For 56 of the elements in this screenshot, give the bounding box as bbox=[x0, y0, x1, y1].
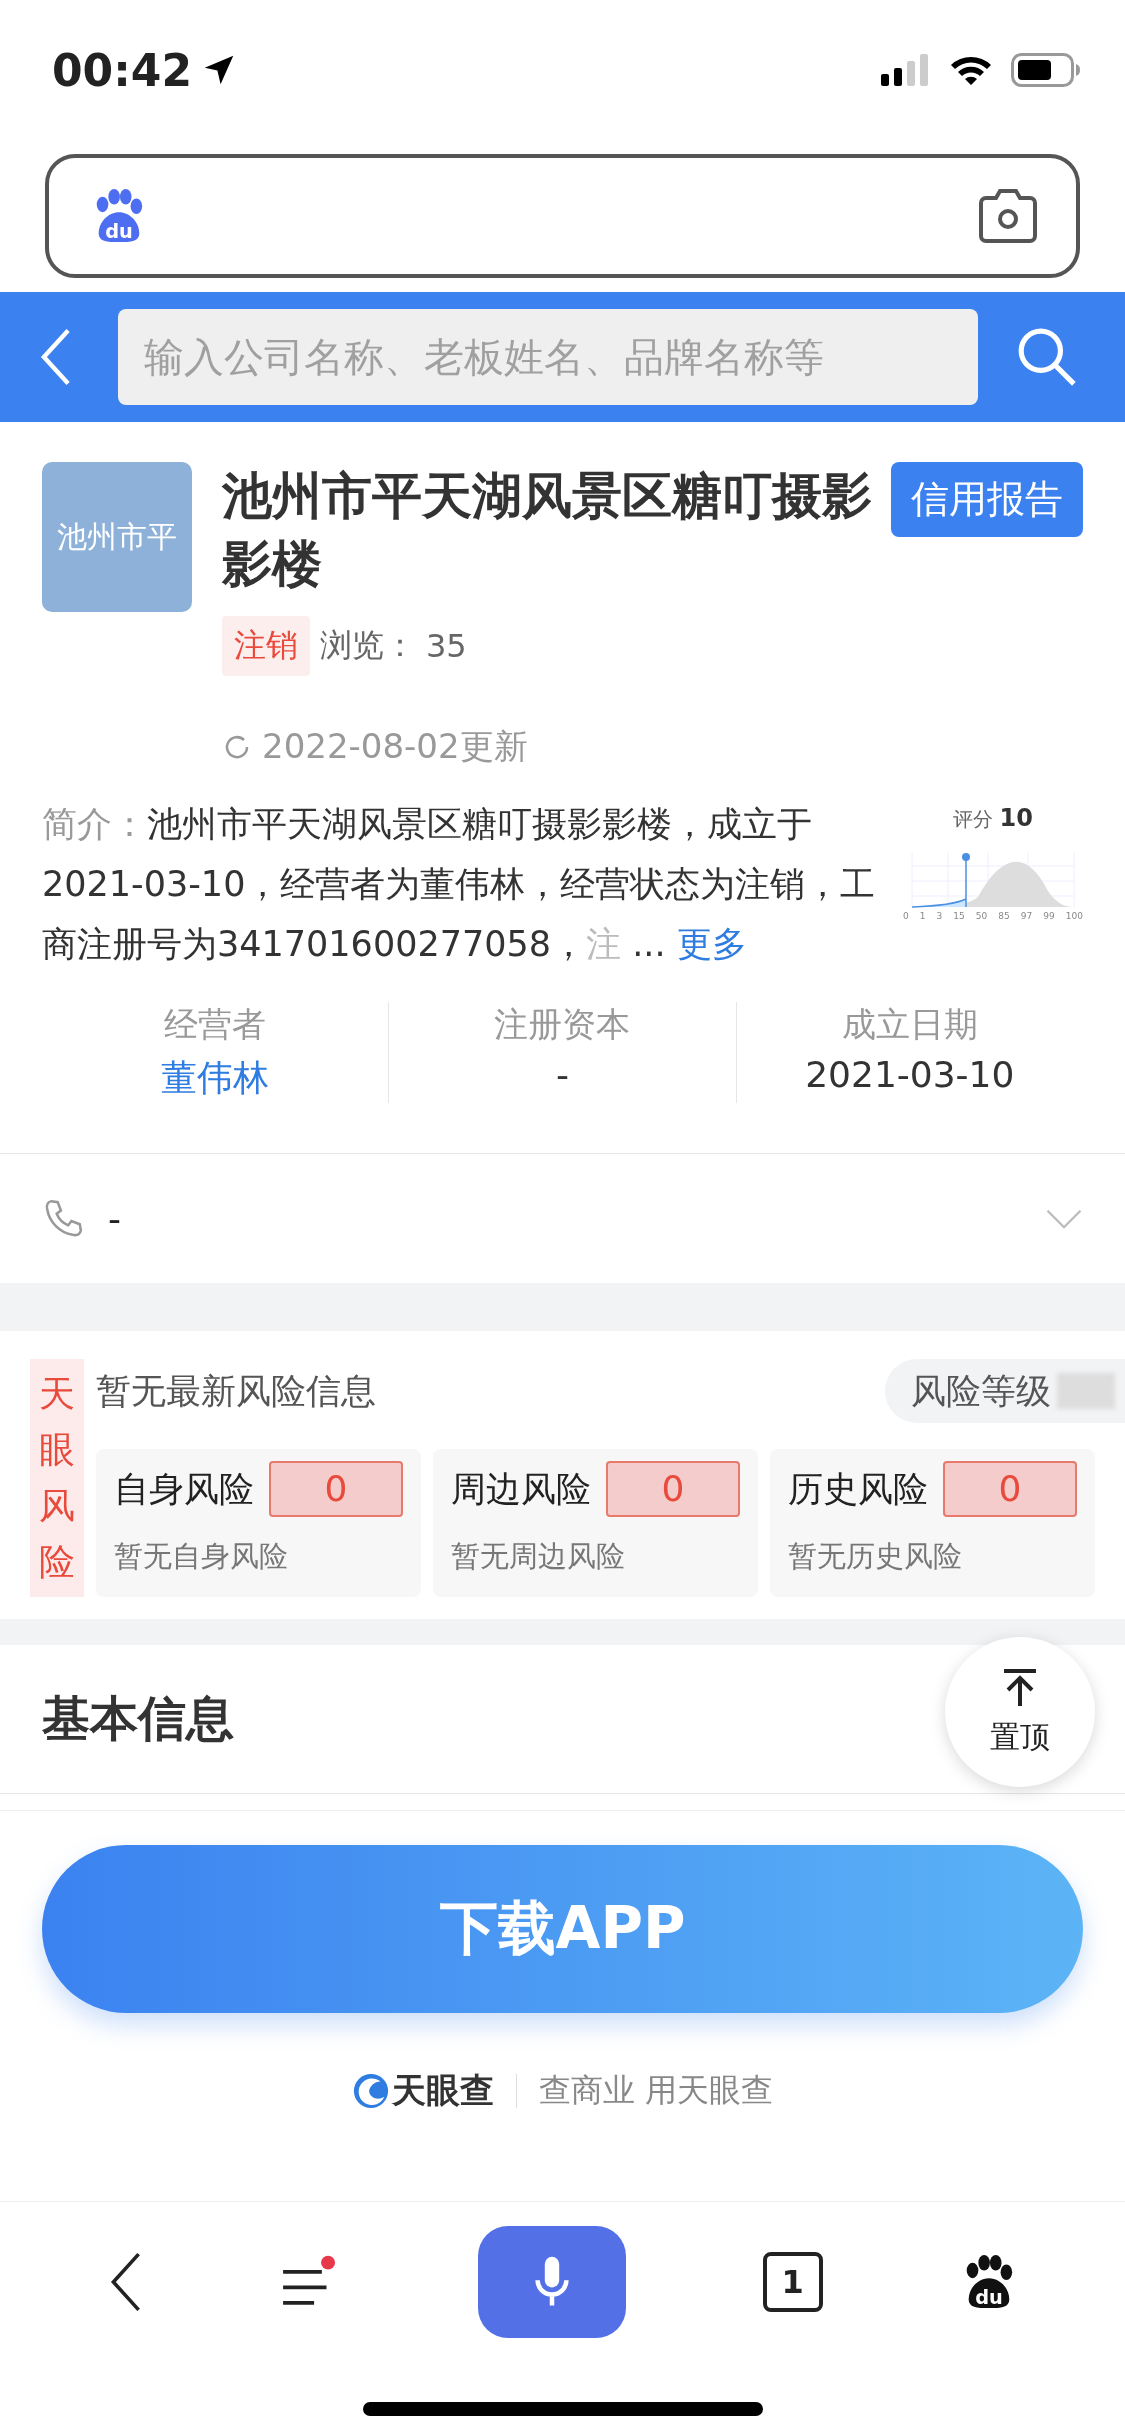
camera-icon[interactable] bbox=[978, 188, 1038, 244]
axis-tick-label: 1 bbox=[919, 911, 926, 921]
views-count: 35 bbox=[426, 627, 467, 665]
risk-count: 0 bbox=[943, 1461, 1077, 1517]
info-label: 注册资本 bbox=[494, 1003, 631, 1046]
tab-count[interactable]: 1 bbox=[762, 2252, 823, 2312]
signal-icon bbox=[881, 54, 931, 86]
risk-name: 周边风险 bbox=[451, 1467, 591, 1511]
more-link[interactable]: 更多 bbox=[676, 924, 747, 964]
risk-level-label: 风险等级 bbox=[911, 1369, 1051, 1413]
axis-tick-label: 97 bbox=[1020, 911, 1033, 921]
search-icon[interactable] bbox=[1016, 326, 1078, 388]
risk-note: 暂无自身风险 bbox=[114, 1538, 289, 1575]
info-link[interactable]: 董伟林 bbox=[161, 1054, 270, 1103]
score-label: 评分 10 bbox=[953, 804, 1033, 833]
company-intro: 简介：池州市平天湖风景区糖叮摄影影楼，成立于2021-03-10，经营者为董伟林，经营状态为注销，工商注册号为341701600277058，注 ... 更多 bbox=[42, 803, 877, 966]
wifi-icon bbox=[949, 54, 993, 86]
info-label: 成立日期 bbox=[841, 1003, 978, 1046]
risk-count: 0 bbox=[606, 1461, 740, 1517]
risk-card[interactable]: 自身风险 0 暂无自身风险 bbox=[96, 1449, 421, 1597]
risk-name: 自身风险 bbox=[114, 1467, 254, 1511]
axis-tick-label: 0 bbox=[903, 911, 909, 921]
risk-side-label: 天眼风险 bbox=[30, 1359, 84, 1597]
update-date: 2022-08-02更新 bbox=[262, 725, 528, 768]
axis-tick-label: 3 bbox=[936, 911, 943, 921]
slogan: 查商业 用天眼查 bbox=[538, 2070, 774, 2111]
axis-tick-label: 100 bbox=[1065, 911, 1083, 921]
back-to-top-button[interactable]: 置顶 bbox=[945, 1637, 1095, 1787]
axis-tick-label: 15 bbox=[953, 911, 965, 921]
info-label: 经营者 bbox=[164, 1003, 267, 1046]
risk-note: 暂无周边风险 bbox=[451, 1538, 626, 1575]
axis-tick-label: 99 bbox=[1043, 911, 1055, 921]
risk-headline: 暂无最新风险信息 bbox=[96, 1369, 376, 1413]
status-time: 00:42 bbox=[52, 44, 193, 96]
status-tag: 注销 bbox=[222, 616, 310, 676]
browser-address-bar[interactable]: du bbox=[45, 154, 1080, 278]
brand-logo-icon bbox=[351, 2072, 390, 2110]
risk-count: 0 bbox=[269, 1461, 403, 1517]
section-title: 基本信息 bbox=[42, 1689, 234, 1748]
axis-tick-label: 50 bbox=[975, 911, 988, 921]
search-field[interactable]: 输入公司名称、老板姓名、品牌名称等 bbox=[118, 309, 978, 405]
brand-name: 天眼查 bbox=[391, 2069, 494, 2112]
company-logo: 池州市平 bbox=[42, 462, 192, 612]
risk-name: 历史风险 bbox=[788, 1467, 928, 1511]
axis-tick-label: 85 bbox=[998, 911, 1010, 921]
company-name: 池州市平天湖风景区糖叮摄影影楼 bbox=[222, 466, 873, 595]
info-value: - bbox=[556, 1054, 569, 1095]
risk-card[interactable]: 周边风险 0 暂无周边风险 bbox=[433, 1449, 758, 1597]
battery-icon bbox=[1011, 53, 1081, 87]
voice-button[interactable] bbox=[478, 2226, 627, 2338]
risk-card[interactable]: 历史风险 0 暂无历史风险 bbox=[770, 1449, 1095, 1597]
credit-report-button[interactable]: 信用报告 bbox=[891, 462, 1083, 537]
risk-note: 暂无历史风险 bbox=[788, 1538, 963, 1575]
info-value: 2021-03-10 bbox=[805, 1054, 1015, 1095]
phone-value: - bbox=[108, 1198, 121, 1239]
views-label: 浏览： bbox=[320, 625, 416, 666]
